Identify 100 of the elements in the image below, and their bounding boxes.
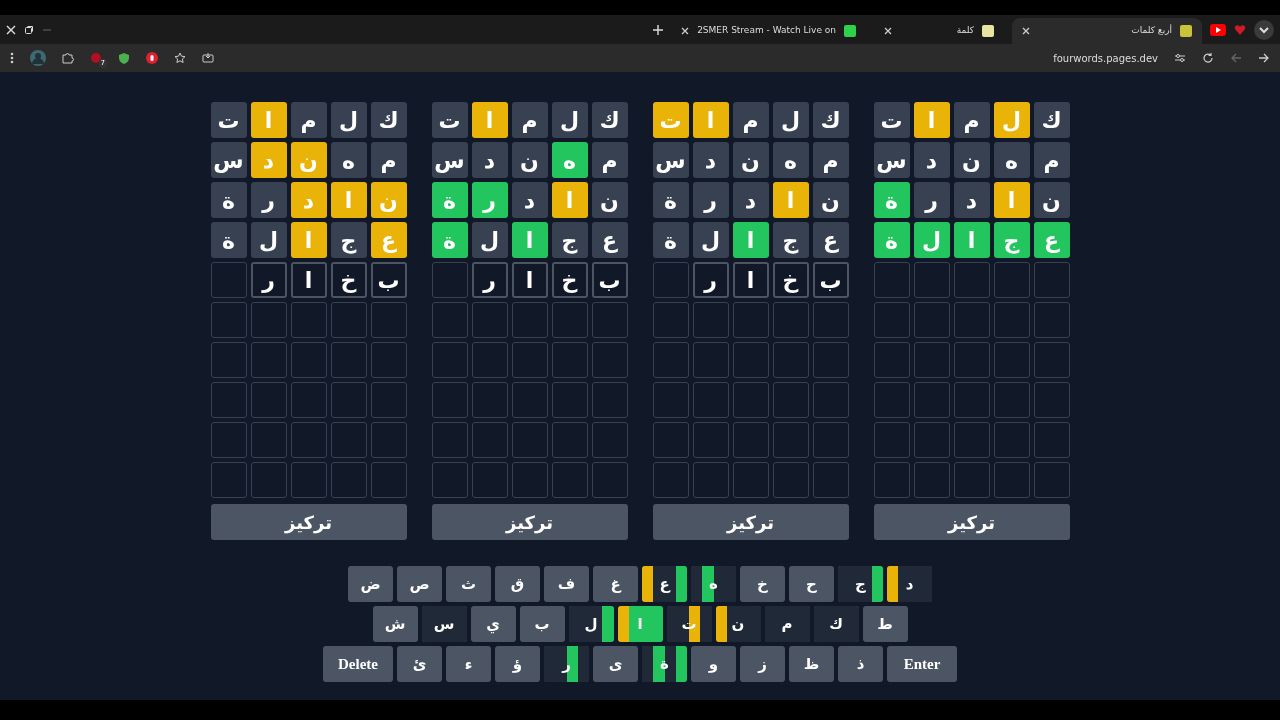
letter-key[interactable]: ذ xyxy=(838,646,883,682)
focus-button[interactable]: تركيز xyxy=(652,504,849,540)
letter-key[interactable]: ف xyxy=(544,566,589,602)
browser-tab[interactable]: 2SMER Stream - Watch Live on xyxy=(671,18,866,44)
letter-key[interactable]: ط xyxy=(862,606,908,642)
restore-icon[interactable] xyxy=(24,24,34,35)
letter-key[interactable]: ث xyxy=(446,566,491,602)
letter-tile: ن xyxy=(290,142,327,178)
letter-key[interactable]: ى xyxy=(593,646,638,682)
letter-key[interactable]: ئ xyxy=(397,646,442,682)
empty-tile xyxy=(913,422,950,458)
empty-tile xyxy=(471,342,508,378)
letter-tile: ر xyxy=(692,262,729,298)
plus-icon[interactable] xyxy=(653,24,664,35)
browser-tab[interactable]: أربع كلمات xyxy=(1012,18,1202,44)
letter-tile: ن xyxy=(732,142,769,178)
letter-tile: ل xyxy=(692,222,729,258)
empty-tile xyxy=(873,302,910,338)
empty-tile xyxy=(812,342,849,378)
letter-tile: ر xyxy=(692,182,729,218)
letter-key[interactable]: ض xyxy=(348,566,393,602)
tune-icon[interactable] xyxy=(1174,52,1186,64)
reload-icon[interactable] xyxy=(1202,52,1214,64)
letter-tile: ل xyxy=(551,102,588,138)
puzzle-icon[interactable] xyxy=(62,52,74,64)
empty-tile xyxy=(993,262,1030,298)
letter-tile: ا xyxy=(511,222,548,258)
empty-tile xyxy=(812,462,849,498)
letter-key[interactable]: ز xyxy=(740,646,785,682)
empty-tile xyxy=(732,462,769,498)
action-key[interactable]: Enter xyxy=(887,646,957,682)
empty-tile xyxy=(953,422,990,458)
letter-tile: ا xyxy=(913,102,950,138)
letter-key[interactable]: خ xyxy=(740,566,785,602)
letter-tile: ن xyxy=(1033,182,1070,218)
close-icon[interactable] xyxy=(6,24,16,35)
letter-key[interactable]: ح xyxy=(789,566,834,602)
letter-key[interactable]: ب xyxy=(519,606,565,642)
empty-tile xyxy=(772,462,809,498)
letter-key[interactable]: س xyxy=(421,606,467,642)
letter-key[interactable]: غ xyxy=(593,566,638,602)
letter-key[interactable]: ص xyxy=(397,566,442,602)
empty-tile xyxy=(953,342,990,378)
letter-key[interactable]: ل xyxy=(568,606,614,642)
letter-key[interactable]: ش xyxy=(372,606,418,642)
chevron-down-icon[interactable] xyxy=(1254,19,1274,40)
letter-key[interactable]: ء xyxy=(446,646,491,682)
letter-tile: م xyxy=(290,102,327,138)
empty-tile xyxy=(551,462,588,498)
letter-key[interactable]: ن xyxy=(715,606,761,642)
empty-tile xyxy=(250,342,287,378)
empty-tile xyxy=(873,462,910,498)
letter-key[interactable]: ج xyxy=(838,566,883,602)
letter-key[interactable]: ت xyxy=(666,606,712,642)
empty-tile xyxy=(551,302,588,338)
letter-tile: ا xyxy=(290,222,327,258)
letter-key[interactable]: ظ xyxy=(789,646,834,682)
letter-tile: خ xyxy=(772,262,809,298)
star-icon[interactable] xyxy=(174,52,186,64)
focus-button[interactable]: تركيز xyxy=(431,504,628,540)
heart-icon[interactable] xyxy=(1234,23,1246,36)
letter-tile: س xyxy=(873,142,910,178)
letter-tile: ا xyxy=(330,182,367,218)
action-key[interactable]: Delete xyxy=(323,646,393,682)
letter-key[interactable]: ك xyxy=(813,606,859,642)
letter-tile: ج xyxy=(330,222,367,258)
install-icon[interactable] xyxy=(202,52,214,64)
letter-tile: ا xyxy=(993,182,1030,218)
empty-tile xyxy=(431,462,468,498)
letter-tile: ن xyxy=(812,182,849,218)
forward-arrow-icon[interactable] xyxy=(1258,52,1270,64)
letter-key[interactable]: ؤ xyxy=(495,646,540,682)
focus-button[interactable]: تركيز xyxy=(873,504,1070,540)
letter-key[interactable]: ق xyxy=(495,566,540,602)
letter-key[interactable]: م xyxy=(764,606,810,642)
letter-tile: ل xyxy=(913,222,950,258)
empty-tile xyxy=(772,422,809,458)
back-arrow-icon[interactable] xyxy=(1230,52,1242,64)
close-icon[interactable] xyxy=(884,27,892,35)
empty-tile xyxy=(873,262,910,298)
record-icon[interactable] xyxy=(146,52,158,64)
letter-key[interactable]: د xyxy=(887,566,932,602)
focus-button[interactable]: تركيز xyxy=(210,504,407,540)
empty-tile xyxy=(471,302,508,338)
empty-tile xyxy=(913,462,950,498)
empty-tile xyxy=(370,382,407,418)
shield-icon[interactable] xyxy=(118,52,130,64)
close-icon[interactable] xyxy=(681,27,690,35)
letter-tile: ر xyxy=(471,182,508,218)
letter-tile: ر xyxy=(913,182,950,218)
letter-key[interactable]: ع xyxy=(642,566,687,602)
menu-icon[interactable] xyxy=(10,52,14,64)
browser-tab[interactable]: كلمة xyxy=(874,18,1004,44)
play-icon[interactable] xyxy=(1210,23,1226,36)
letter-tile: ا xyxy=(732,222,769,258)
letter-key[interactable]: ي xyxy=(470,606,516,642)
tab-title: كلمة xyxy=(955,24,974,38)
url-text[interactable]: fourwords.pages.dev xyxy=(1053,50,1158,66)
letter-key[interactable]: و xyxy=(691,646,736,682)
close-icon[interactable] xyxy=(1022,27,1030,35)
